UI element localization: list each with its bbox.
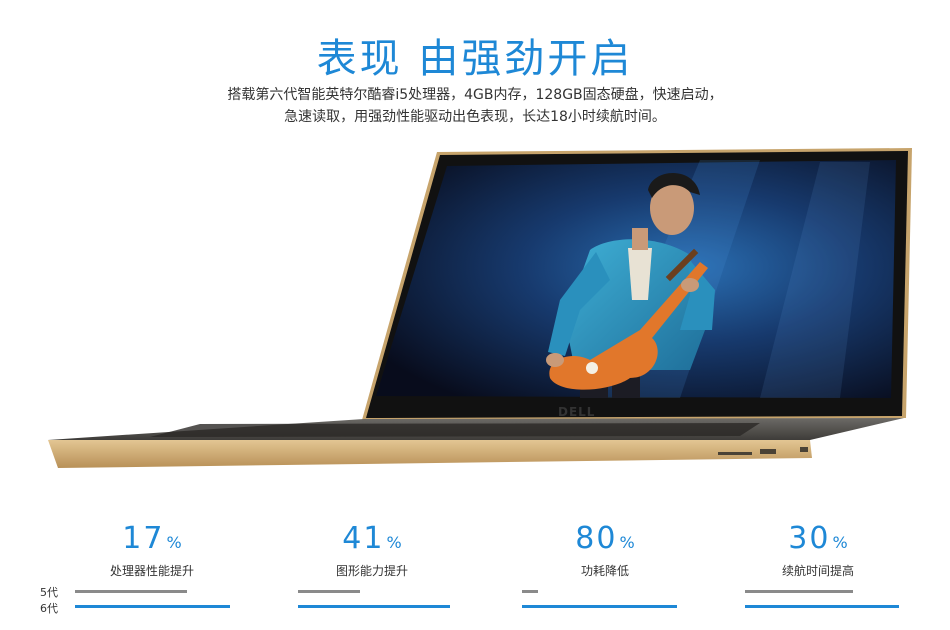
bar-battery-new [745, 605, 899, 608]
gen-label-new: 6代 [40, 602, 58, 615]
stat-power: 80% 功耗降低 [505, 522, 705, 579]
base-edge [48, 440, 812, 468]
stat-label: 处理器性能提升 [109, 564, 194, 578]
bar-power-old [522, 590, 538, 593]
brand-logo: DELL [558, 405, 596, 419]
bar-graphics-old [298, 590, 360, 593]
charge-port [800, 447, 808, 452]
laptop-illustration: DELL [0, 0, 950, 500]
usb-port [760, 449, 776, 454]
bar-power-new [522, 605, 677, 608]
stat-battery: 30% 续航时间提高 [718, 522, 918, 579]
stat-label: 续航时间提高 [781, 564, 854, 578]
stat-graphics: 41% 图形能力提升 [272, 522, 472, 579]
laptop-svg [48, 148, 912, 468]
stat-value: 41% [342, 521, 402, 556]
bar-cpu-new [75, 605, 230, 608]
sd-slot [718, 452, 752, 455]
bar-graphics-new [298, 605, 450, 608]
stat-label: 功耗降低 [580, 564, 629, 578]
stat-value: 17% [122, 521, 182, 556]
bar-cpu-old [75, 590, 187, 593]
stat-value: 80% [575, 521, 635, 556]
stat-label: 图形能力提升 [335, 564, 408, 578]
stat-cpu: 17% 处理器性能提升 [52, 522, 252, 579]
bar-battery-old [745, 590, 853, 593]
gen-label-old: 5代 [40, 586, 58, 599]
keyboard [150, 423, 760, 437]
stat-value: 30% [788, 521, 848, 556]
